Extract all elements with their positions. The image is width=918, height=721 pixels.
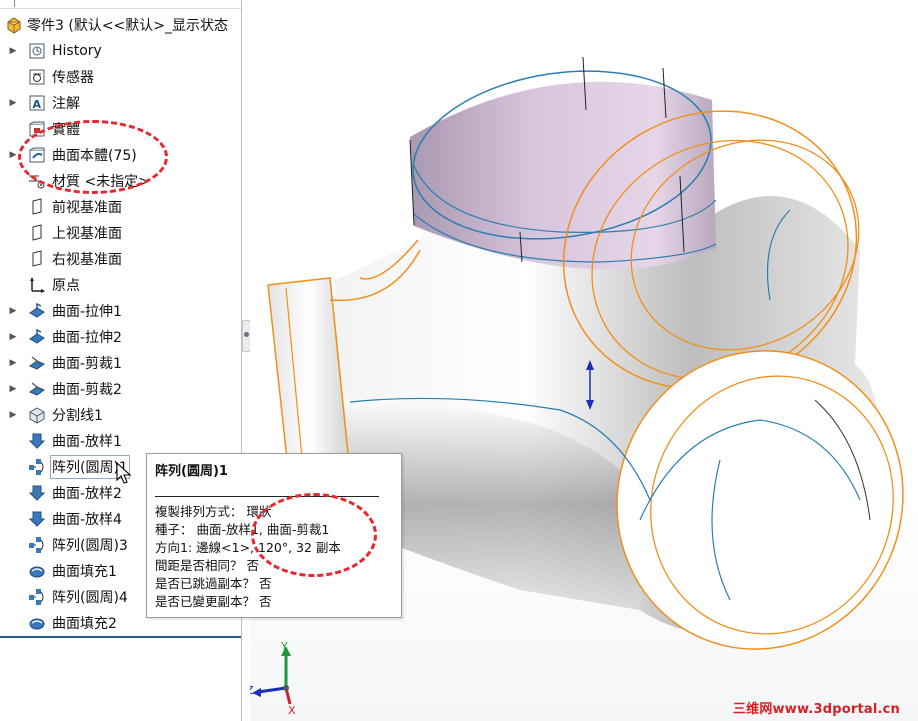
expand-arrow-icon[interactable]: ▶ (8, 358, 18, 368)
tree-item-label: 曲面本體(75) (52, 148, 137, 164)
tree-item-label: 分割线1 (52, 408, 103, 424)
tree-item-history-1[interactable]: ▶ History (0, 39, 241, 63)
tree-item-label: 實體 (52, 122, 80, 138)
annotation-icon: A (27, 93, 47, 113)
tooltip-line-pattern-type: 複製排列方式： 環狀 (155, 504, 272, 519)
tree-bottom-divider (0, 636, 241, 638)
top-pipe-inner (410, 81, 716, 270)
surface-extrude-icon (27, 327, 47, 347)
tooltip-line-equal-spacing: 間距是否相同？ 否 (155, 558, 259, 573)
tree-item-label: 曲面-放样4 (52, 512, 122, 528)
tree-item-surface-trim-13[interactable]: ▶ 曲面-剪裁1 (0, 351, 241, 375)
surface-loft-icon (27, 431, 47, 451)
mouse-cursor (116, 461, 132, 490)
history-icon (27, 41, 47, 61)
expand-arrow-icon[interactable]: ▶ (8, 332, 18, 342)
circular-pattern-icon (27, 535, 47, 555)
surface-trim-icon (27, 379, 47, 399)
surface-fill-icon (27, 561, 47, 581)
origin-icon (27, 275, 47, 295)
tree-item-label: 传感器 (52, 70, 94, 86)
surface-trim-icon (27, 353, 47, 373)
tree-item-label: 上视基准面 (52, 226, 122, 242)
tree-item-label: History (52, 43, 102, 59)
triad-x-label: X (288, 704, 296, 717)
tooltip-title: 阵列(圆周)1 (155, 464, 228, 479)
tree-item-label: 前视基准面 (52, 200, 122, 216)
tree-root-part[interactable]: 零件3 (默认<<默认>_显示状态 (0, 13, 241, 37)
tree-item-surface-loft-16[interactable]: 曲面-放样1 (0, 429, 241, 453)
tree-item-split-line-15[interactable]: ▶ 分割线1 (0, 403, 241, 427)
tree-item-surface-bodies-5[interactable]: ▶ 曲面本體(75) (0, 143, 241, 167)
plane-icon (27, 223, 47, 243)
tree-item-label: 曲面填充1 (52, 564, 117, 580)
tree-item-label: 注解 (52, 96, 80, 112)
triad-y-label: Y (281, 640, 288, 653)
expand-arrow-icon[interactable]: ▶ (8, 46, 18, 56)
tree-item-plane-8[interactable]: 上视基准面 (0, 221, 241, 245)
tree-item-label: 曲面-放样1 (52, 434, 122, 450)
sensor-icon (27, 67, 47, 87)
solid-bodies-icon (27, 119, 47, 139)
tree-item-label: 曲面-剪裁2 (52, 382, 122, 398)
tree-item-solid-bodies-4[interactable]: 實體 (0, 117, 241, 141)
tree-item-surface-extrude-11[interactable]: ▶ 曲面-拉伸1 (0, 299, 241, 323)
tooltip-separator (155, 496, 379, 497)
tree-item-surface-trim-14[interactable]: ▶ 曲面-剪裁2 (0, 377, 241, 401)
tree-item-material-6[interactable]: 材質 <未指定> (0, 169, 241, 193)
tree-item-plane-9[interactable]: 右视基准面 (0, 247, 241, 271)
tree-item-label: 曲面-剪裁1 (52, 356, 122, 372)
tree-item-origin-10[interactable]: 原点 (0, 273, 241, 297)
tree-item-label: 阵列(圆周)3 (52, 538, 128, 554)
tooltip-line-skipped: 是否已跳過副本？ 否 (155, 576, 272, 591)
expand-arrow-icon[interactable]: ▶ (8, 150, 18, 160)
surface-extrude-icon (27, 301, 47, 321)
view-triad[interactable]: Y Z X (250, 636, 314, 717)
triad-z-label: Z (250, 684, 254, 697)
expand-arrow-icon[interactable]: ▶ (8, 98, 18, 108)
tree-root-label: 零件3 (默认<<默认>_显示状态 (27, 18, 229, 34)
plane-icon (27, 249, 47, 269)
tree-item-label: 曲面填充2 (52, 616, 117, 632)
tooltip-line-seed: 種子： 曲面-放样1, 曲面-剪裁1 (155, 522, 330, 537)
surface-fill-icon (27, 613, 47, 633)
tree-item-label: 右视基准面 (52, 252, 122, 268)
tree-item-annotation-3[interactable]: ▶ A 注解 (0, 91, 241, 115)
surface-loft-icon (27, 483, 47, 503)
part-icon (4, 15, 24, 35)
expand-arrow-icon[interactable]: ▶ (8, 384, 18, 394)
tree-item-sensor-2[interactable]: 传感器 (0, 65, 241, 89)
tree-item-plane-7[interactable]: 前视基准面 (0, 195, 241, 219)
tree-top-bar (0, 0, 241, 9)
plane-icon (27, 197, 47, 217)
tree-item-surface-extrude-12[interactable]: ▶ 曲面-拉伸2 (0, 325, 241, 349)
surface-bodies-icon (27, 145, 47, 165)
circular-pattern-icon (27, 587, 47, 607)
tooltip-line-varied: 是否已變更副本？ 否 (155, 594, 272, 609)
surface-loft-icon (27, 509, 47, 529)
circular-pattern-icon (27, 457, 47, 477)
tree-item-label: 曲面-拉伸1 (52, 304, 122, 320)
svg-text:A: A (33, 98, 42, 111)
tree-item-label: 阵列(圆周)4 (52, 590, 128, 606)
tooltip-line-direction: 方向1: 邊線<1>, 120°, 32 副本 (155, 540, 341, 555)
feature-tooltip: 阵列(圆周)1 複製排列方式： 環狀 種子： 曲面-放样1, 曲面-剪裁1 方向… (146, 453, 402, 618)
material-icon (27, 171, 47, 191)
split-line-icon (27, 405, 47, 425)
tree-item-label: 曲面-拉伸2 (52, 330, 122, 346)
expand-arrow-icon[interactable]: ▶ (8, 306, 18, 316)
tree-item-label: 曲面-放样2 (52, 486, 122, 502)
tree-item-label: 原点 (52, 278, 80, 294)
expand-arrow-icon[interactable]: ▶ (8, 410, 18, 420)
watermark: 三维网www.3dportal.cn (732, 702, 900, 717)
tree-item-label: 材質 <未指定> (52, 174, 150, 190)
